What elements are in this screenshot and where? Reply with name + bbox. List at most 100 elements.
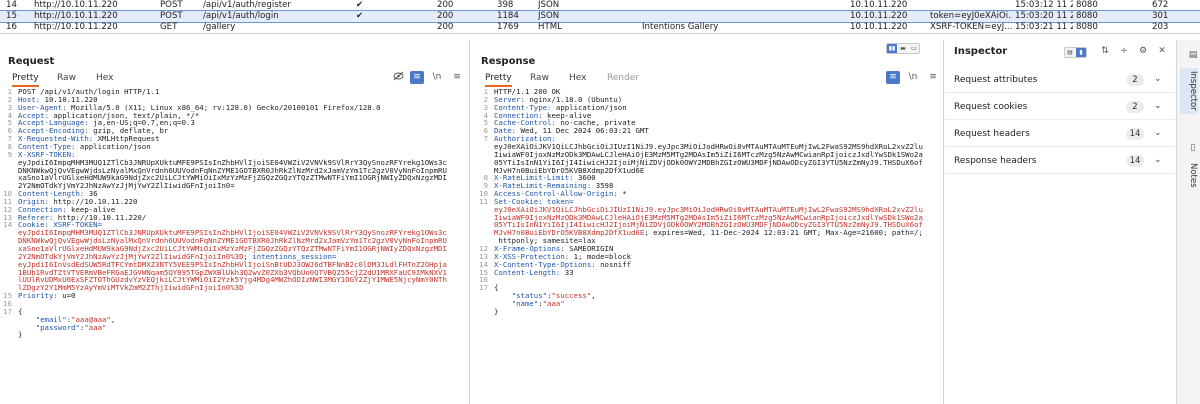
tab-hex[interactable]: Hex bbox=[569, 73, 586, 87]
request-title: Request bbox=[8, 56, 55, 67]
chevron-down-icon[interactable]: ⌄ bbox=[1154, 74, 1162, 84]
tab-notes[interactable]: Notes bbox=[1180, 163, 1198, 188]
cell-edited: ✔ bbox=[356, 11, 364, 21]
cell-status: 200 bbox=[437, 22, 454, 32]
cell-port: 8080 bbox=[1076, 22, 1098, 32]
inspector-layout-toggle[interactable]: ▤ ▮ bbox=[1064, 47, 1087, 58]
cell-id: 301 bbox=[1152, 11, 1169, 21]
request-panel: Request Pretty Raw Hex ≡ \n ≡ 1 POST /api… bbox=[0, 40, 470, 404]
cell-url: /api/v1/auth/login bbox=[203, 11, 279, 21]
code-token: ; expires=Wed, 11-Dec-2024 12:03:21 GMT;… bbox=[644, 228, 923, 238]
response-tabs: Pretty Raw Hex Render bbox=[481, 73, 943, 87]
panel-view-icon[interactable]: ▮ bbox=[1076, 48, 1086, 57]
layout-toggle[interactable]: ▮▮ ▬ ▭ bbox=[886, 43, 920, 54]
newline-icon[interactable]: \n bbox=[906, 71, 920, 84]
code-token: application/json bbox=[75, 141, 151, 151]
chevron-down-icon[interactable]: ⌄ bbox=[1154, 128, 1162, 138]
count-badge: 2 bbox=[1126, 74, 1144, 86]
cell-time: 15:03:12 11 2... bbox=[1015, 0, 1073, 10]
single-pane-icon[interactable]: ▭ bbox=[909, 44, 919, 53]
code-token: } bbox=[18, 330, 23, 340]
count-badge: 14 bbox=[1126, 128, 1144, 140]
tab-pretty[interactable]: Pretty bbox=[12, 73, 39, 87]
line-number: 14 bbox=[3, 220, 12, 230]
inspector-row-request-attributes[interactable]: Request attributes 2 ⌄ bbox=[945, 67, 1175, 93]
tab-render[interactable]: Render bbox=[607, 73, 639, 87]
inspector-row-request-cookies[interactable]: Request cookies 2 ⌄ bbox=[945, 94, 1175, 120]
align-icon[interactable]: ⇅ bbox=[1098, 45, 1112, 58]
newline-icon[interactable]: \n bbox=[430, 71, 444, 84]
history-row[interactable]: 14 http://10.10.11.220 POST/api/v1/auth/re… bbox=[0, 0, 1200, 11]
code-token: , bbox=[591, 291, 596, 301]
notes-icon[interactable]: ▯ bbox=[1180, 143, 1198, 153]
code-token: 33 bbox=[560, 267, 574, 277]
row-label: Response headers bbox=[954, 156, 1037, 166]
cell-length: 1769 bbox=[497, 22, 519, 32]
code-token: u=0 bbox=[57, 291, 76, 301]
code-line: Content-Length: 33 bbox=[494, 267, 574, 277]
history-rows: 14 http://10.10.11.220 POST/api/v1/auth/re… bbox=[0, 0, 1200, 33]
code-token: , bbox=[110, 314, 116, 324]
cell-method: GET bbox=[160, 22, 178, 32]
cell-cookies: token=eyJ0eXAiOi... bbox=[930, 11, 1012, 21]
cell-mime: JSON bbox=[538, 0, 560, 10]
hide-icon[interactable] bbox=[391, 71, 405, 84]
cell-mime: JSON bbox=[538, 11, 560, 21]
line-number: 17 bbox=[3, 306, 12, 316]
code-line: } bbox=[18, 331, 22, 339]
line-number: 17 bbox=[479, 283, 488, 293]
tab-raw[interactable]: Raw bbox=[530, 73, 549, 87]
cell-time: 15:03:21 11 2... bbox=[1015, 22, 1073, 32]
code-token: "password" bbox=[35, 322, 80, 332]
cell-num: 16 bbox=[6, 22, 17, 32]
cell-length: 1184 bbox=[497, 11, 519, 21]
menu-icon[interactable]: ≡ bbox=[450, 71, 464, 84]
cell-host: http://10.10.11.220 bbox=[34, 22, 118, 32]
tab-inspector[interactable]: Inspector bbox=[1180, 68, 1198, 114]
collapse-icon[interactable]: ÷ bbox=[1117, 45, 1131, 58]
request-editor[interactable]: 1 POST /api/v1/auth/login HTTP/1.1 2 Host: … bbox=[0, 88, 469, 404]
line-number: 9 bbox=[7, 149, 12, 159]
code-line: "name":"aaa" bbox=[494, 300, 565, 308]
chevron-down-icon[interactable]: ⌄ bbox=[1154, 101, 1162, 111]
code-token: * bbox=[617, 189, 627, 199]
cell-title: Intentions Gallery bbox=[642, 22, 719, 32]
code-line: "password":"aaa" bbox=[18, 322, 107, 332]
inspector-title: Inspector bbox=[954, 46, 1008, 57]
chevron-down-icon[interactable]: ⌄ bbox=[1154, 155, 1162, 165]
tab-raw[interactable]: Raw bbox=[57, 73, 76, 87]
cell-port: 8080 bbox=[1076, 11, 1098, 21]
line-number: 11 bbox=[479, 196, 488, 206]
list-view-icon[interactable]: ▤ bbox=[1065, 48, 1075, 57]
code-line: Priority: u=0 bbox=[18, 292, 75, 300]
cell-ip: 10.10.11.220 bbox=[850, 11, 908, 21]
history-row[interactable]: 16 http://10.10.11.220 GET/gallery 200 1769 H… bbox=[0, 22, 1200, 33]
split-horizontal-icon[interactable]: ▮▮ bbox=[887, 44, 897, 53]
http-history-table: 14 http://10.10.11.220 POST/api/v1/auth/re… bbox=[0, 0, 1200, 34]
history-row[interactable]: 15 http://10.10.11.220 POST/api/v1/auth/lo… bbox=[0, 10, 1200, 23]
burp-window: 14 http://10.10.11.220 POST/api/v1/auth/re… bbox=[0, 0, 1200, 404]
cell-id: 672 bbox=[1152, 0, 1169, 10]
tab-hex[interactable]: Hex bbox=[96, 73, 113, 87]
cell-status: 200 bbox=[437, 0, 454, 10]
cell-host: http://10.10.11.220 bbox=[34, 0, 118, 10]
close-icon[interactable]: ✕ bbox=[1155, 45, 1169, 58]
code-line: } bbox=[494, 307, 498, 316]
wrap-lines-icon[interactable]: ≡ bbox=[886, 71, 900, 84]
inspector-side-icon[interactable]: ▤ bbox=[1180, 50, 1198, 60]
cell-port: 8080 bbox=[1076, 0, 1098, 10]
code-token: "name" bbox=[511, 298, 539, 308]
cell-edited: ✔ bbox=[356, 0, 364, 10]
response-editor[interactable]: 1 HTTP/1.1 200 OK 2 Server: nginx/1.18.0 (U… bbox=[476, 88, 943, 404]
split-vertical-icon[interactable]: ▬ bbox=[898, 44, 908, 53]
wrap-lines-icon[interactable]: ≡ bbox=[410, 71, 424, 84]
menu-icon[interactable]: ≡ bbox=[926, 71, 940, 84]
tab-pretty[interactable]: Pretty bbox=[485, 73, 512, 87]
count-badge: 14 bbox=[1126, 155, 1144, 167]
response-title: Response bbox=[481, 56, 536, 67]
inspector-row-request-headers[interactable]: Request headers 14 ⌄ bbox=[945, 121, 1175, 147]
gear-icon[interactable]: ⚙ bbox=[1136, 45, 1150, 58]
code-token: "aaa" bbox=[542, 298, 565, 308]
cell-url: /api/v1/auth/register bbox=[203, 0, 291, 10]
inspector-row-response-headers[interactable]: Response headers 14 ⌄ bbox=[945, 148, 1175, 174]
